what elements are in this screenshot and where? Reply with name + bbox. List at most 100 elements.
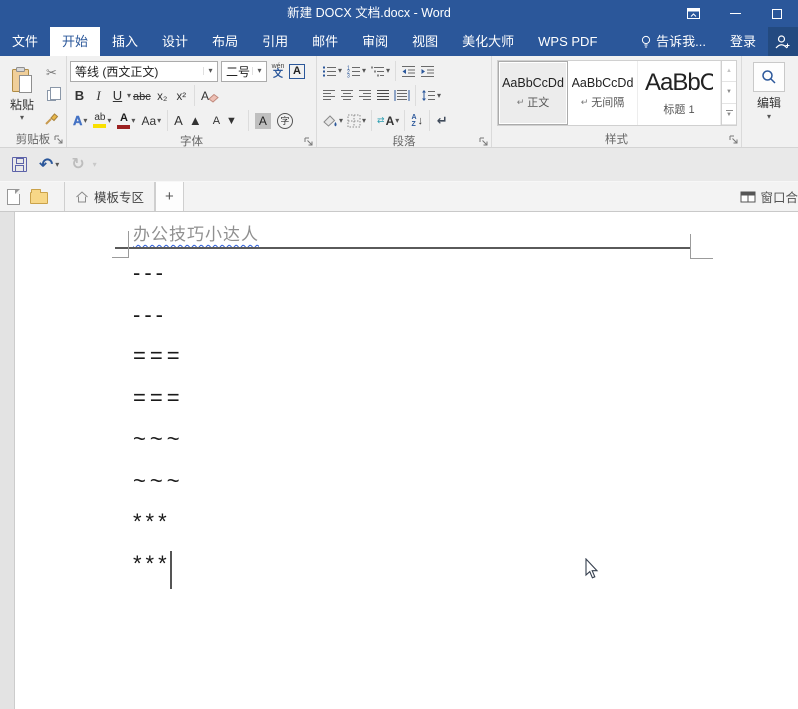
clipboard-dialog-launcher[interactable] <box>53 134 64 145</box>
shading-button[interactable]: ▾ <box>320 110 345 132</box>
tab-file[interactable]: 文件 <box>0 27 50 56</box>
multilevel-list-dropdown-icon[interactable]: ▾ <box>386 67 390 75</box>
tab-design[interactable]: 设计 <box>150 27 200 56</box>
shading-dropdown-icon[interactable]: ▾ <box>339 116 343 125</box>
tab-meihua-dashi[interactable]: 美化大师 <box>450 27 526 56</box>
styles-scroll-down-button[interactable]: ▼ <box>722 82 736 104</box>
change-case-button[interactable]: Aa ▾ <box>138 109 164 133</box>
paragraph-dialog-launcher[interactable] <box>478 136 489 147</box>
styles-scroll-up-button[interactable]: ▲ <box>722 61 736 83</box>
new-document-button[interactable] <box>0 182 26 211</box>
redo-button[interactable]: ↻ <box>67 152 88 178</box>
decrease-indent-button[interactable] <box>399 60 418 82</box>
font-name-combobox[interactable]: 等线 (西文正文) ▾ <box>70 60 218 82</box>
cut-button[interactable]: ✂ <box>41 61 62 84</box>
body-line[interactable]: --- <box>133 252 184 294</box>
style-no-spacing[interactable]: AaBbCcDd ↵ 无间隔 <box>568 61 638 125</box>
tab-wps-pdf[interactable]: WPS PDF <box>526 27 609 56</box>
clear-formatting-button[interactable]: A <box>198 84 222 108</box>
line-spacing-button[interactable]: ▾ <box>419 85 443 107</box>
font-size-combobox[interactable]: 二号 ▾ <box>221 60 267 82</box>
text-effects-dropdown-icon[interactable]: ▾ <box>83 116 87 125</box>
undo-button[interactable]: ↶ ▾ <box>35 152 63 178</box>
numbered-list-button[interactable]: 123 ▾ <box>344 60 368 82</box>
tab-home[interactable]: 开始 <box>50 27 101 56</box>
ribbon-display-options-button[interactable] <box>672 0 714 27</box>
undo-dropdown-icon[interactable]: ▾ <box>55 160 59 169</box>
subscript-button[interactable]: x₂ <box>153 85 172 107</box>
open-folder-button[interactable] <box>26 182 52 211</box>
highlight-color-button[interactable]: ab ▾ <box>90 109 114 133</box>
style-normal[interactable]: AaBbCcDd ↵ 正文 <box>498 61 568 125</box>
font-name-dropdown-icon[interactable]: ▾ <box>203 67 217 75</box>
align-left-button[interactable] <box>320 85 338 107</box>
increase-indent-button[interactable] <box>418 60 437 82</box>
character-border-button[interactable]: A <box>289 63 305 79</box>
editing-dropdown-icon[interactable]: ▾ <box>767 113 771 121</box>
tab-mailings[interactable]: 邮件 <box>300 27 350 56</box>
highlight-dropdown-icon[interactable]: ▾ <box>107 116 111 125</box>
asian-layout-button[interactable]: ⇄ A ▾ <box>375 110 401 132</box>
tell-me-button[interactable]: 告诉我... <box>629 27 718 56</box>
font-color-dropdown-icon[interactable]: ▾ <box>131 116 135 125</box>
sign-in-button[interactable]: 登录 <box>718 27 768 56</box>
body-line[interactable]: *** <box>133 501 184 543</box>
editing-label[interactable]: 编辑 <box>757 94 781 111</box>
enclose-characters-button[interactable]: 字 <box>274 109 296 133</box>
copy-button[interactable] <box>41 84 62 107</box>
line-spacing-dropdown-icon[interactable]: ▾ <box>437 91 441 100</box>
window-merge-button[interactable]: 窗口合 <box>740 182 798 211</box>
bullet-list-dropdown-icon[interactable]: ▾ <box>338 67 342 75</box>
body-line[interactable]: ~~~ <box>133 418 184 460</box>
bold-button[interactable]: B <box>70 85 89 107</box>
paste-dropdown-icon[interactable]: ▾ <box>20 114 24 122</box>
align-center-button[interactable] <box>338 85 356 107</box>
font-color-button[interactable]: A ▾ <box>114 109 138 133</box>
body-line[interactable]: *** <box>133 543 184 585</box>
phonetic-guide-button[interactable]: wén 文 <box>267 63 289 80</box>
justify-button[interactable] <box>374 85 392 107</box>
body-line[interactable]: --- <box>133 294 184 336</box>
body-line[interactable]: === <box>133 335 184 377</box>
superscript-button[interactable]: x² <box>172 85 191 107</box>
body-line[interactable]: === <box>133 377 184 419</box>
show-hide-marks-button[interactable]: ↵ <box>433 110 451 132</box>
template-zone-tab[interactable]: 模板专区 <box>64 182 156 211</box>
strikethrough-button[interactable]: abc <box>131 85 153 107</box>
styles-dialog-launcher[interactable] <box>728 134 739 145</box>
body-line[interactable]: ~~~ <box>133 460 184 502</box>
multilevel-list-button[interactable]: ▾ <box>368 60 392 82</box>
font-size-dropdown-icon[interactable]: ▾ <box>252 67 266 75</box>
shrink-font-button[interactable]: A ▼ <box>210 109 245 133</box>
find-button[interactable] <box>753 62 785 92</box>
grow-font-button[interactable]: A ▲ <box>171 109 210 133</box>
font-dialog-launcher[interactable] <box>303 136 314 147</box>
document-page[interactable]: 办公技巧小达人 --- --- === === ~~~ ~~~ *** *** <box>15 212 798 709</box>
borders-dropdown-icon[interactable]: ▾ <box>362 116 366 125</box>
italic-button[interactable]: I <box>89 85 108 107</box>
paste-button[interactable]: 粘贴 ▾ <box>3 59 41 130</box>
tab-layout[interactable]: 布局 <box>200 27 250 56</box>
save-button[interactable] <box>8 152 31 178</box>
align-right-button[interactable] <box>356 85 374 107</box>
distribute-button[interactable] <box>392 85 412 107</box>
change-case-dropdown-icon[interactable]: ▾ <box>157 116 161 125</box>
account-button[interactable] <box>768 27 798 56</box>
bullet-list-button[interactable]: ▾ <box>320 60 344 82</box>
text-effects-button[interactable]: A ▾ <box>70 109 90 133</box>
tab-insert[interactable]: 插入 <box>100 27 150 56</box>
numbered-list-dropdown-icon[interactable]: ▾ <box>362 67 366 75</box>
add-tab-button[interactable]: + <box>155 182 184 211</box>
format-painter-button[interactable] <box>41 107 62 130</box>
styles-more-button[interactable]: ▼ <box>722 104 736 125</box>
tab-review[interactable]: 审阅 <box>350 27 400 56</box>
document-body-text[interactable]: --- --- === === ~~~ ~~~ *** *** <box>133 252 184 584</box>
sort-button[interactable]: AZ ↓ <box>408 110 426 132</box>
tab-references[interactable]: 引用 <box>250 27 300 56</box>
style-heading-1[interactable]: AaBbC 标题 1 <box>638 61 721 125</box>
underline-button[interactable]: U <box>108 85 127 107</box>
asian-layout-dropdown-icon[interactable]: ▾ <box>395 116 399 125</box>
tab-view[interactable]: 视图 <box>400 27 450 56</box>
minimize-button[interactable] <box>714 0 756 27</box>
qat-customize-icon[interactable]: ▾ <box>93 160 97 169</box>
